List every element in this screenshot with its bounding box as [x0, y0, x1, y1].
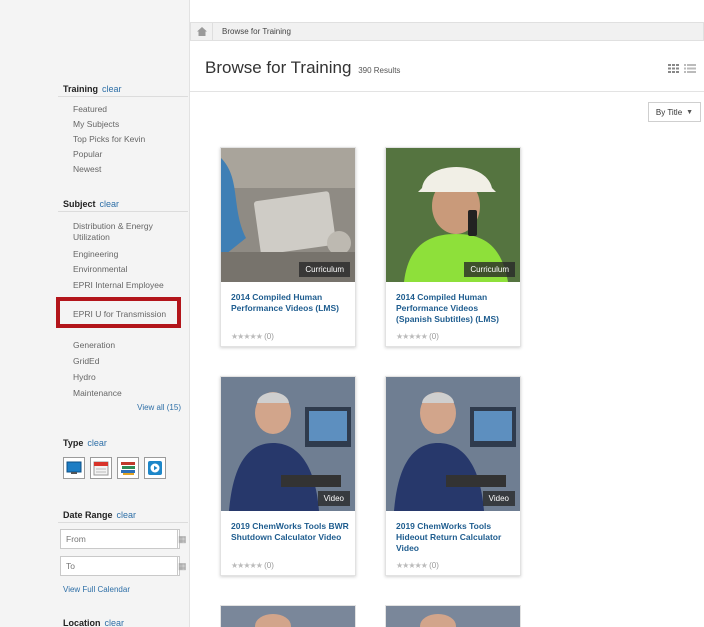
card-title[interactable]: 2019 ChemWorks Tools BWR Shutdown Calcul… — [231, 521, 349, 543]
date-to-input[interactable] — [61, 557, 177, 575]
subject-maintenance-link[interactable]: Maintenance — [73, 388, 183, 399]
training-card[interactable]: Video 2019 ChemWorks Tools Hideout Retur… — [385, 376, 521, 576]
curriculum-icon[interactable] — [117, 457, 139, 479]
card-title[interactable]: 2014 Compiled Human Performance Videos (… — [231, 292, 349, 314]
calendar-icon[interactable]: ▦ — [177, 530, 187, 548]
card-rating: ★★★★★ (0) — [231, 332, 274, 341]
subject-view-all-link[interactable]: View all (15) — [137, 403, 181, 412]
event-icon[interactable] — [90, 457, 112, 479]
sort-dropdown[interactable]: By Title ▼ — [648, 102, 701, 122]
date-range-clear-link[interactable]: clear — [117, 510, 137, 520]
divider — [190, 91, 704, 92]
content-type-badge: Curriculum — [464, 262, 515, 277]
page-title: Browse for Training 390 Results — [205, 58, 401, 77]
highlight-annotation — [56, 297, 181, 328]
training-featured-link[interactable]: Featured — [73, 104, 183, 115]
list-view-icon[interactable] — [684, 64, 696, 76]
subject-clear-link[interactable]: clear — [100, 199, 120, 209]
subject-heading: Subject clear — [63, 199, 120, 209]
star-rating-icon: ★★★★★ — [396, 561, 428, 570]
divider — [58, 96, 188, 97]
training-card[interactable]: Curriculum 2014 Compiled Human Performan… — [385, 147, 521, 347]
type-clear-link[interactable]: clear — [87, 438, 107, 448]
type-heading: Type clear — [63, 438, 107, 448]
video-icon[interactable] — [144, 457, 166, 479]
divider — [58, 211, 188, 212]
subject-environmental-link[interactable]: Environmental — [73, 264, 183, 275]
training-popular-link[interactable]: Popular — [73, 149, 183, 160]
subject-engineering-link[interactable]: Engineering — [73, 249, 183, 260]
view-full-calendar-link[interactable]: View Full Calendar — [63, 585, 130, 594]
date-from-field: ▦ — [60, 529, 187, 549]
star-rating-icon: ★★★★★ — [231, 561, 263, 570]
card-title[interactable]: 2014 Compiled Human Performance Videos (… — [396, 292, 514, 325]
training-my-subjects-link[interactable]: My Subjects — [73, 119, 183, 130]
training-card[interactable] — [385, 605, 521, 627]
subject-generation-link[interactable]: Generation — [73, 340, 183, 351]
card-rating: ★★★★★ (0) — [231, 561, 274, 570]
home-icon[interactable] — [191, 23, 213, 40]
subject-hydro-link[interactable]: Hydro — [73, 372, 183, 383]
subject-grided-link[interactable]: GridEd — [73, 356, 183, 367]
date-to-field: ▦ — [60, 556, 187, 576]
training-heading: Training clear — [63, 84, 122, 94]
card-rating: ★★★★★ (0) — [396, 561, 439, 570]
result-count: 390 Results — [358, 66, 401, 75]
training-clear-link[interactable]: clear — [102, 84, 122, 94]
subject-distribution-link[interactable]: Distribution & Energy Utilization — [73, 221, 183, 243]
date-from-input[interactable] — [61, 530, 177, 548]
grid-view-icon[interactable] — [668, 64, 680, 76]
location-clear-link[interactable]: clear — [105, 618, 125, 627]
calendar-icon[interactable]: ▦ — [177, 557, 187, 575]
star-rating-icon: ★★★★★ — [231, 332, 263, 341]
sort-value: By Title — [655, 107, 683, 117]
caret-down-icon: ▼ — [686, 108, 694, 116]
training-top-picks-link[interactable]: Top Picks for Kevin — [73, 134, 183, 145]
date-range-heading: Date Range clear — [63, 510, 137, 520]
training-card[interactable]: Curriculum 2014 Compiled Human Performan… — [220, 147, 356, 347]
online-course-icon[interactable] — [63, 457, 85, 479]
card-rating: ★★★★★ (0) — [396, 332, 439, 341]
training-newest-link[interactable]: Newest — [73, 164, 183, 175]
content-type-badge: Curriculum — [299, 262, 350, 277]
type-filter-icons — [63, 457, 166, 479]
content-type-badge: Video — [317, 491, 350, 506]
breadcrumb-current: Browse for Training — [222, 27, 291, 36]
view-toggle — [668, 64, 696, 76]
subject-epri-internal-link[interactable]: EPRI Internal Employee — [73, 280, 183, 291]
filter-sidebar: Training clear Featured My Subjects Top P… — [0, 0, 190, 627]
card-title[interactable]: 2019 ChemWorks Tools Hideout Return Calc… — [396, 521, 514, 554]
content-type-badge: Video — [482, 491, 515, 506]
breadcrumb: Browse for Training — [190, 22, 704, 41]
location-heading: Location clear — [63, 618, 125, 627]
divider — [58, 522, 188, 523]
star-rating-icon: ★★★★★ — [396, 332, 428, 341]
training-card[interactable]: Video 2019 ChemWorks Tools BWR Shutdown … — [220, 376, 356, 576]
training-card[interactable] — [220, 605, 356, 627]
